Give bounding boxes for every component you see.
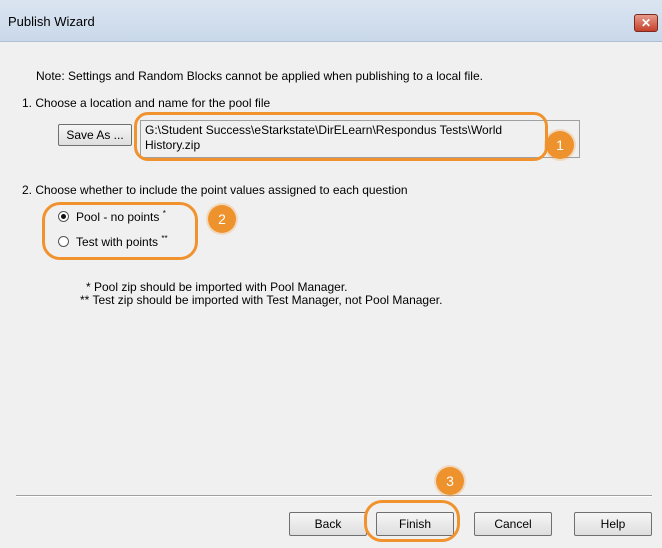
back-button[interactable]: Back [289,512,367,536]
cancel-button[interactable]: Cancel [474,512,552,536]
callout-badge-2: 2 [208,205,236,233]
step2-label: 2. Choose whether to include the point v… [22,183,408,197]
save-as-button[interactable]: Save As ... [58,124,132,146]
close-button[interactable]: ✕ [634,14,658,32]
callout-outline-finish [364,500,460,542]
help-button[interactable]: Help [574,512,652,536]
footnote-pool: * Pool zip should be imported with Pool … [86,280,348,294]
step1-label: 1. Choose a location and name for the po… [22,96,271,110]
callout-outline-path [134,112,548,161]
footnote-test: ** Test zip should be imported with Test… [80,293,443,307]
title-bar: Publish Wizard ✕ [0,0,662,42]
callout-badge-1: 1 [546,131,574,159]
publish-wizard-window: Publish Wizard ✕ Note: Settings and Rand… [0,0,662,548]
callout-badge-3: 3 [436,467,464,495]
callout-outline-radios [42,202,198,260]
publish-note: Note: Settings and Random Blocks cannot … [36,69,483,83]
close-icon: ✕ [640,16,652,30]
button-separator [16,495,652,497]
window-title: Publish Wizard [8,14,95,29]
